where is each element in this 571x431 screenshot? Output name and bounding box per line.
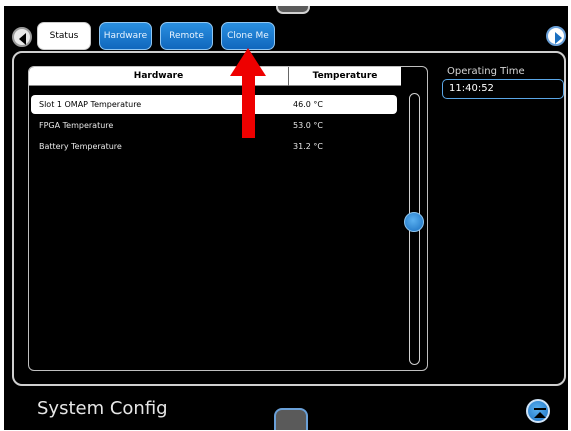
table-row[interactable]: Battery Temperature 31.2 °C [31, 137, 397, 156]
bottom-drawer-handle[interactable] [274, 408, 308, 430]
device-screen: Status Hardware Remote Clone Me Hardware… [4, 6, 568, 430]
operating-time-value: 11:40:52 [449, 83, 494, 94]
table-header: Hardware Temperature [29, 67, 401, 86]
hardware-name: FPGA Temperature [39, 121, 114, 130]
temperature-value: 31.2 °C [293, 142, 323, 151]
temperature-value: 53.0 °C [293, 121, 323, 130]
scrollbar-thumb[interactable] [404, 212, 424, 232]
hardware-name: Slot 1 OMAP Temperature [39, 100, 142, 109]
tab-hardware[interactable]: Hardware [99, 22, 152, 50]
status-panel: Hardware Temperature Slot 1 OMAP Tempera… [12, 51, 566, 386]
column-header-temperature[interactable]: Temperature [289, 67, 401, 86]
back-button[interactable] [12, 27, 32, 47]
operating-time-label: Operating Time [447, 66, 525, 77]
tab-clone-me[interactable]: Clone Me [221, 22, 275, 50]
page-title: System Config [37, 398, 168, 419]
operating-time-field: 11:40:52 [442, 79, 564, 99]
red-arrow-icon [230, 48, 266, 138]
table-row[interactable]: Slot 1 OMAP Temperature 46.0 °C [31, 95, 397, 114]
top-drawer-handle[interactable] [276, 6, 310, 14]
hardware-name: Battery Temperature [39, 142, 122, 151]
tab-status[interactable]: Status [37, 22, 91, 50]
table-row[interactable]: FPGA Temperature 53.0 °C [31, 116, 397, 135]
back-arrow-icon [19, 33, 26, 45]
tab-remote[interactable]: Remote [160, 22, 213, 50]
forward-button[interactable] [546, 26, 566, 46]
forward-arrow-icon [555, 32, 562, 44]
menu-up-icon [534, 408, 546, 418]
menu-button[interactable] [526, 399, 550, 423]
temperature-value: 46.0 °C [293, 100, 323, 109]
